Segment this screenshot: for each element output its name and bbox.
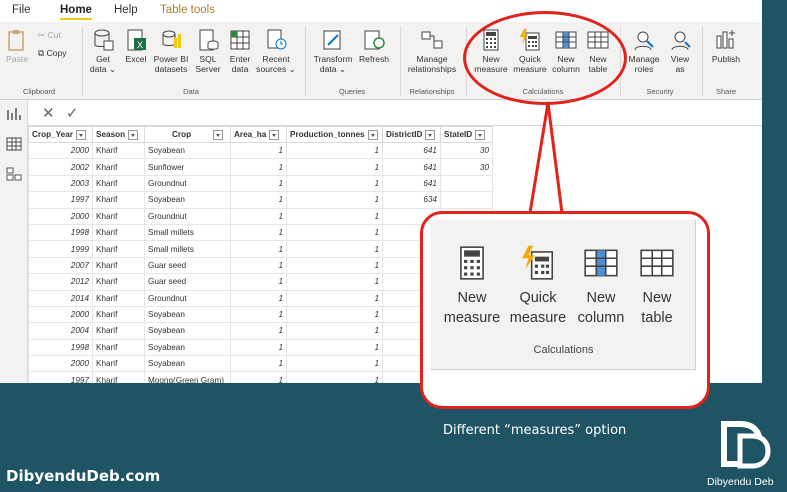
zoom-callout: New measure Quick measure New column New tab… (420, 211, 710, 409)
quick-measure-icon (522, 245, 554, 280)
zoom-new-measure-button[interactable]: New measure (441, 244, 503, 328)
site-watermark: DibyenduDeb.com (6, 467, 161, 485)
new-table-icon (640, 249, 674, 277)
zoom-new-column-button[interactable]: New column (573, 244, 629, 328)
logo-text: Dibyendu Deb (707, 476, 774, 488)
caption: Different “measures” option (443, 423, 627, 438)
new-column-icon (584, 249, 618, 277)
dd-logo (721, 421, 771, 469)
zoom-new-table-button[interactable]: New table (631, 244, 683, 328)
zoomed-calculations-group: New measure Quick measure New column New tab… (431, 220, 696, 370)
zoom-group-label: Calculations (533, 344, 594, 356)
zoom-quick-measure-button[interactable]: Quick measure (507, 244, 569, 328)
calculator-icon (460, 246, 484, 280)
